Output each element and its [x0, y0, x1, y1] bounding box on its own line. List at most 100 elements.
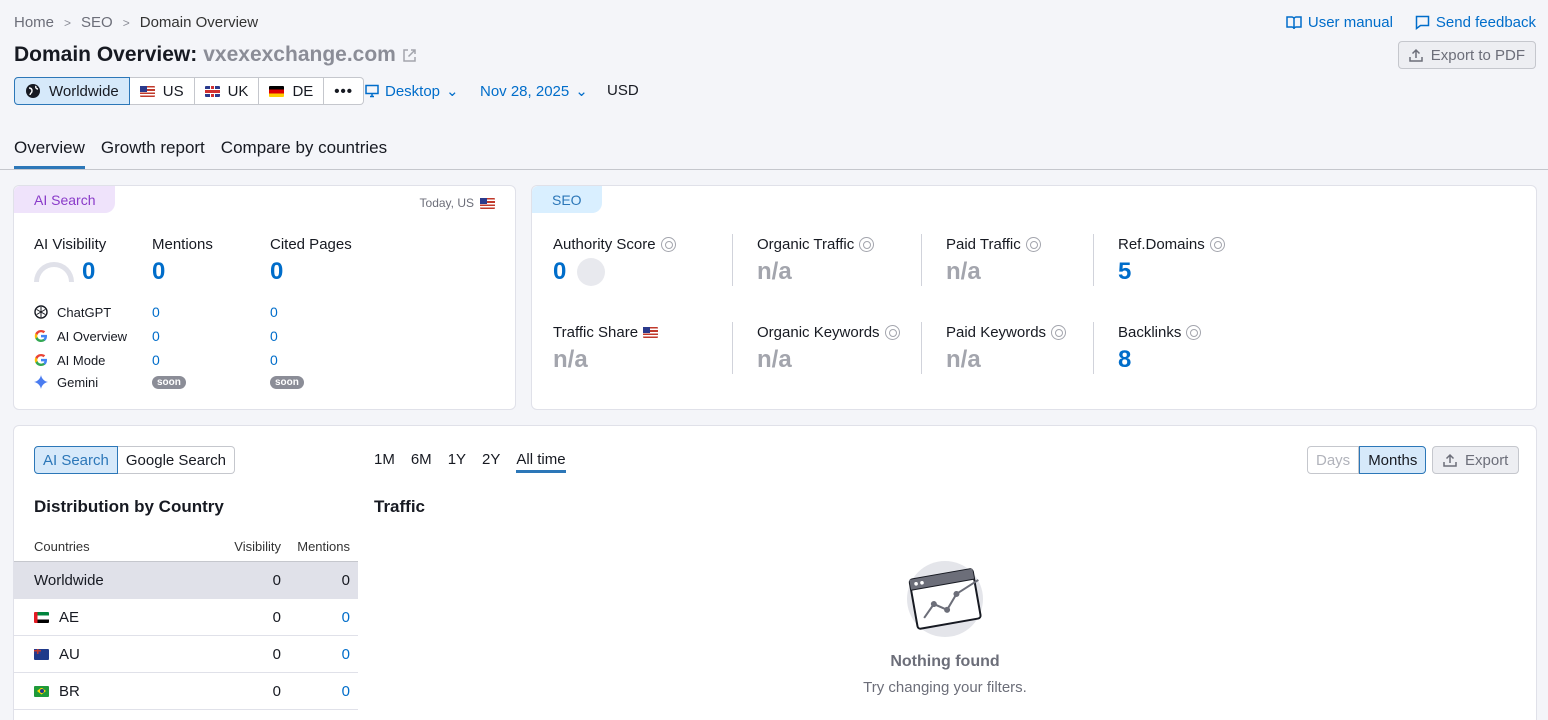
info-icon[interactable] [859, 237, 875, 252]
ai-visibility-value[interactable]: 0 [82, 258, 95, 286]
country-name: AE [59, 608, 80, 626]
ref-domains-text: Ref.Domains [1118, 236, 1205, 253]
table-row[interactable]: Worldwide 0 0 [14, 562, 358, 599]
flag-us-icon [643, 327, 659, 338]
col-visibility[interactable]: Visibility [211, 539, 281, 554]
range-1y[interactable]: 1Y [448, 451, 466, 473]
country-visibility: 0 [272, 645, 281, 663]
authority-score-value[interactable]: 0 [553, 258, 566, 286]
db-de[interactable]: DE [259, 77, 325, 105]
flag-de-icon [269, 85, 285, 97]
ref-domains-label: Ref.Domains [1118, 236, 1225, 253]
divider [1093, 322, 1094, 374]
empty-state-hint: Try changing your filters. [863, 679, 1027, 696]
tab-overview[interactable]: Overview [14, 138, 85, 169]
db-uk[interactable]: UK [194, 77, 260, 105]
gemini-icon [34, 375, 48, 389]
traffic-share-value: n/a [553, 346, 588, 373]
tab-compare-by-countries[interactable]: Compare by countries [221, 138, 387, 169]
cited-pages-value[interactable]: 0 [270, 258, 283, 286]
col-mentions[interactable]: Mentions [281, 539, 350, 554]
ref-domains-value[interactable]: 5 [1118, 258, 1131, 286]
country-table: Countries Visibility Mentions Worldwide … [14, 532, 358, 710]
country-name: Worldwide [34, 571, 104, 589]
date-select[interactable]: Nov 28, 2025 ⌄ [480, 82, 588, 101]
info-icon[interactable] [1209, 237, 1225, 252]
authority-score-ring [577, 258, 605, 286]
range-1m[interactable]: 1M [374, 451, 395, 473]
db-more-button[interactable]: ••• [324, 77, 365, 105]
mentions-value[interactable]: 0 [152, 258, 165, 286]
visibility-gauge [34, 262, 74, 282]
llm-name: Gemini [57, 374, 99, 390]
export-button[interactable]: Export [1432, 446, 1520, 474]
cited-pages-label: Cited Pages [270, 236, 352, 253]
table-header: Countries Visibility Mentions [14, 532, 358, 562]
db-us[interactable]: US [129, 77, 195, 105]
range-6m[interactable]: 6M [411, 451, 432, 473]
tabs-divider [0, 169, 1548, 170]
currency-label: USD [607, 82, 639, 99]
gemini-mentions-soon-badge: soon [152, 376, 186, 389]
breadcrumb: Home > SEO > Domain Overview [14, 14, 258, 31]
user-manual-link[interactable]: User manual [1286, 14, 1393, 31]
distribution-title: Distribution by Country [34, 497, 224, 516]
ai-visibility-label: AI Visibility [34, 236, 107, 253]
chatgpt-cited[interactable]: 0 [270, 304, 278, 320]
ai-overview-mentions[interactable]: 0 [152, 328, 160, 344]
paid-keywords-label: Paid Keywords [946, 324, 1067, 341]
chevron-down-icon: ⌄ [575, 83, 588, 100]
country-mentions[interactable]: 0 [281, 646, 350, 663]
title-domain[interactable]: vxexexchange.com [203, 43, 396, 67]
breadcrumb-home[interactable]: Home [14, 14, 54, 31]
source-ai-search[interactable]: AI Search [34, 446, 118, 474]
info-icon[interactable] [1051, 325, 1067, 340]
chatgpt-mentions[interactable]: 0 [152, 304, 160, 320]
organic-keywords-label: Organic Keywords [757, 324, 900, 341]
desktop-icon [365, 84, 379, 98]
backlinks-value[interactable]: 8 [1118, 346, 1131, 374]
ai-search-chip: AI Search [14, 186, 116, 213]
granularity-months[interactable]: Months [1359, 446, 1427, 474]
country-visibility: 0 [272, 608, 281, 626]
external-link-icon[interactable] [402, 48, 417, 63]
range-all-time[interactable]: All time [516, 451, 566, 473]
authority-score-text: Authority Score [553, 236, 656, 253]
source-google-search[interactable]: Google Search [117, 446, 235, 474]
table-row[interactable]: AE 0 0 [14, 599, 358, 636]
ai-mode-cited[interactable]: 0 [270, 352, 278, 368]
device-select[interactable]: Desktop ⌄ [365, 82, 459, 100]
send-feedback-link[interactable]: Send feedback [1415, 14, 1536, 31]
info-icon[interactable] [1186, 325, 1202, 340]
country-mentions[interactable]: 0 [281, 683, 350, 700]
breadcrumb-current: Domain Overview [139, 14, 259, 31]
organic-traffic-label: Organic Traffic [757, 236, 875, 253]
export-pdf-label: Export to PDF [1430, 46, 1525, 64]
tab-growth-report[interactable]: Growth report [101, 138, 205, 169]
export-pdf-button[interactable]: Export to PDF [1397, 41, 1536, 69]
col-countries[interactable]: Countries [34, 539, 211, 554]
country-visibility: 0 [272, 682, 281, 700]
table-row[interactable]: AU 0 0 [14, 636, 358, 673]
ai-overview-cited[interactable]: 0 [270, 328, 278, 344]
database-switcher: Worldwide US UK DE ••• [14, 77, 365, 105]
granularity-days[interactable]: Days [1307, 446, 1360, 474]
db-worldwide[interactable]: Worldwide [14, 77, 130, 105]
breadcrumb-seo[interactable]: SEO [81, 14, 113, 31]
chatgpt-icon [34, 305, 48, 319]
ai-mode-mentions[interactable]: 0 [152, 352, 160, 368]
book-icon [1286, 15, 1302, 29]
traffic-share-label: Traffic Share [553, 324, 659, 341]
ai-date-label: Today, US [420, 196, 495, 210]
flag-uk-icon [204, 85, 220, 97]
info-icon[interactable] [660, 237, 676, 252]
info-icon[interactable] [884, 325, 900, 340]
llm-row-gemini: Gemini [33, 374, 98, 390]
paid-traffic-label: Paid Traffic [946, 236, 1041, 253]
country-name: BR [59, 682, 80, 700]
info-icon[interactable] [1025, 237, 1041, 252]
country-mentions[interactable]: 0 [281, 609, 350, 626]
table-row[interactable]: BR 0 0 [14, 673, 358, 710]
divider [1093, 234, 1094, 286]
range-2y[interactable]: 2Y [482, 451, 500, 473]
